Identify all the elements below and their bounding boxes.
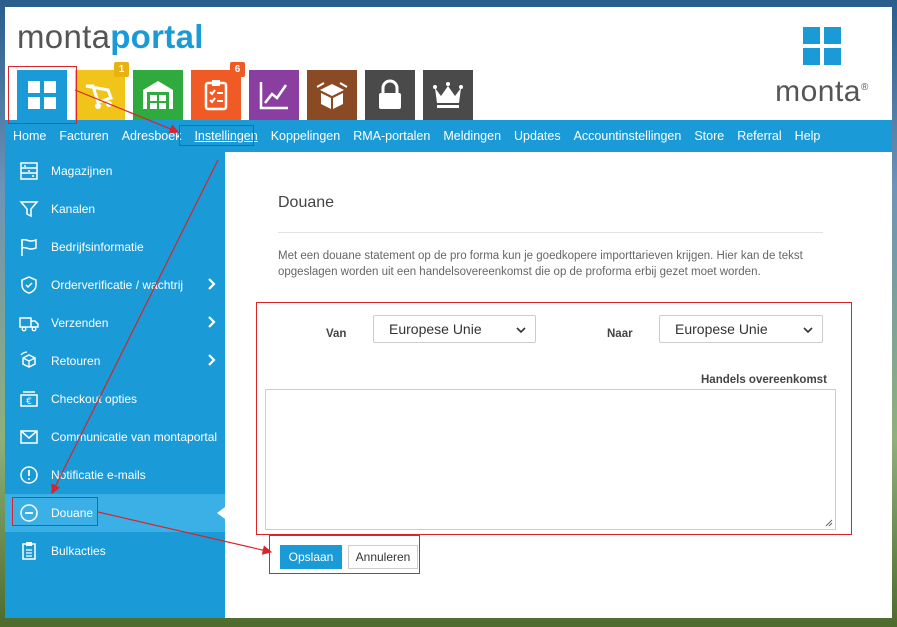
nav-facturen[interactable]: Facturen [59, 129, 108, 143]
euro-card-icon: € [19, 389, 39, 409]
cancel-button[interactable]: Annuleren [348, 545, 418, 569]
nav-store[interactable]: Store [694, 129, 724, 143]
nav-updates[interactable]: Updates [514, 129, 561, 143]
nav-home[interactable]: Home [13, 129, 46, 143]
checklist-icon [204, 80, 228, 111]
minus-circle-icon [19, 503, 39, 523]
nav-help[interactable]: Help [795, 129, 821, 143]
brand-word: monta [775, 75, 861, 108]
nav-rma-portalen[interactable]: RMA-portalen [353, 129, 430, 143]
sidebar-item-label: Retouren [51, 354, 101, 368]
sidebar-item-label: Bulkacties [51, 544, 106, 558]
page-description: Met een douane statement op de pro forma… [278, 250, 803, 278]
sidebar-item-label: Verzenden [51, 316, 109, 330]
tile-badge: 6 [230, 62, 245, 77]
handels-overeenkomst-textarea[interactable] [265, 389, 836, 530]
nav-referral[interactable]: Referral [737, 129, 781, 143]
monta-wordmark: monta® [772, 77, 872, 107]
shelves-icon [19, 161, 39, 181]
cart-icon [85, 84, 113, 109]
sidebar-item-retouren[interactable]: Retouren [5, 342, 225, 380]
warehouse-icon [143, 81, 173, 109]
shield-check-icon [19, 275, 39, 295]
sidebar-item-bedrijfsinformatie[interactable]: Bedrijfsinformatie [5, 228, 225, 266]
top-nav: Home Facturen Adresboek Instellingen Kop… [5, 120, 892, 152]
sidebar-item-label: Orderverificatie / wachtrij [51, 278, 184, 292]
tile-picking[interactable]: 6 [191, 62, 245, 120]
sidebar-item-notificatie-emails[interactable]: Notificatie e-mails [5, 456, 225, 494]
nav-instellingen[interactable]: Instellingen [194, 129, 257, 143]
title-divider [278, 232, 823, 233]
app-window: montaportal 1 6 monta® Home Facturen Adr… [5, 7, 892, 618]
naar-label: Naar [607, 328, 633, 340]
nav-adresboek[interactable]: Adresboek [122, 129, 182, 143]
chevron-down-icon [803, 327, 813, 334]
settings-sidebar: Magazijnen Kanalen Bedrijfsinformatie Or… [5, 152, 225, 618]
sidebar-item-label: Notificatie e-mails [51, 468, 146, 482]
resize-grip-icon[interactable] [825, 519, 833, 527]
crown-icon [433, 82, 463, 108]
monta-logo-grid [803, 27, 841, 65]
nav-koppelingen[interactable]: Koppelingen [271, 129, 341, 143]
brand-registered: ® [861, 82, 869, 93]
naar-select-value: Europese Unie [675, 321, 768, 337]
tile-products[interactable] [307, 70, 357, 120]
monta-brand-logo: monta® [772, 27, 872, 107]
chart-icon [259, 82, 288, 110]
sidebar-item-verzenden[interactable]: Verzenden [5, 304, 225, 342]
sidebar-item-magazijnen[interactable]: Magazijnen [5, 152, 225, 190]
sidebar-item-bulkacties[interactable]: Bulkacties [5, 532, 225, 570]
sidebar-item-label: Douane [51, 506, 94, 520]
textarea-label: Handels overeenkomst [701, 374, 827, 386]
sidebar-item-kanalen[interactable]: Kanalen [5, 190, 225, 228]
save-button[interactable]: Opslaan [280, 545, 342, 569]
chevron-right-icon [208, 278, 216, 290]
chevron-right-icon [208, 316, 216, 328]
tile-security[interactable] [365, 70, 415, 120]
svg-text:€: € [26, 397, 32, 407]
sidebar-item-douane[interactable]: Douane [5, 494, 225, 532]
truck-icon [19, 313, 39, 333]
van-label: Van [326, 328, 347, 340]
apps-grid-icon [28, 81, 56, 109]
chevron-down-icon [516, 327, 526, 334]
logo-text-portal: portal [110, 18, 204, 55]
nav-accountinstellingen[interactable]: Accountinstellingen [574, 129, 682, 143]
active-indicator [217, 507, 225, 519]
van-select-value: Europese Unie [389, 321, 482, 337]
flag-icon [19, 237, 39, 257]
tile-dashboard[interactable] [17, 70, 67, 120]
sidebar-item-label: Kanalen [51, 202, 96, 216]
sidebar-item-orderverificatie[interactable]: Orderverificatie / wachtrij [5, 266, 225, 304]
logo-text-monta: monta [17, 18, 111, 55]
main-content: Douane Met een douane statement op de pr… [225, 152, 892, 618]
sidebar-item-label: Checkout opties [51, 392, 138, 406]
tile-reports[interactable] [249, 70, 299, 120]
nav-meldingen[interactable]: Meldingen [443, 129, 501, 143]
page-title: Douane [278, 194, 335, 211]
clipboard-icon [19, 541, 39, 561]
box-icon [316, 82, 348, 109]
sidebar-item-checkout-opties[interactable]: € Checkout opties [5, 380, 225, 418]
sidebar-item-label: Bedrijfsinformatie [51, 240, 144, 254]
tile-orders[interactable]: 1 [75, 62, 129, 120]
tile-badge: 1 [114, 62, 129, 77]
funnel-icon [19, 199, 39, 219]
sidebar-item-label: Magazijnen [51, 164, 113, 178]
naar-select[interactable]: Europese Unie [659, 315, 823, 343]
envelope-icon [19, 427, 39, 447]
lock-icon [379, 79, 401, 109]
tile-premium[interactable] [423, 70, 473, 120]
van-select[interactable]: Europese Unie [373, 315, 536, 343]
sidebar-item-communicatie[interactable]: Communicatie van montaportal [5, 418, 225, 456]
exclamation-circle-icon [19, 465, 39, 485]
montaportal-logo: montaportal [17, 20, 204, 53]
sidebar-item-label: Communicatie van montaportal [51, 430, 218, 444]
app-tiles: 1 6 [17, 62, 473, 120]
tile-warehouse[interactable] [133, 70, 183, 120]
return-box-icon [19, 351, 39, 371]
chevron-right-icon [208, 354, 216, 366]
